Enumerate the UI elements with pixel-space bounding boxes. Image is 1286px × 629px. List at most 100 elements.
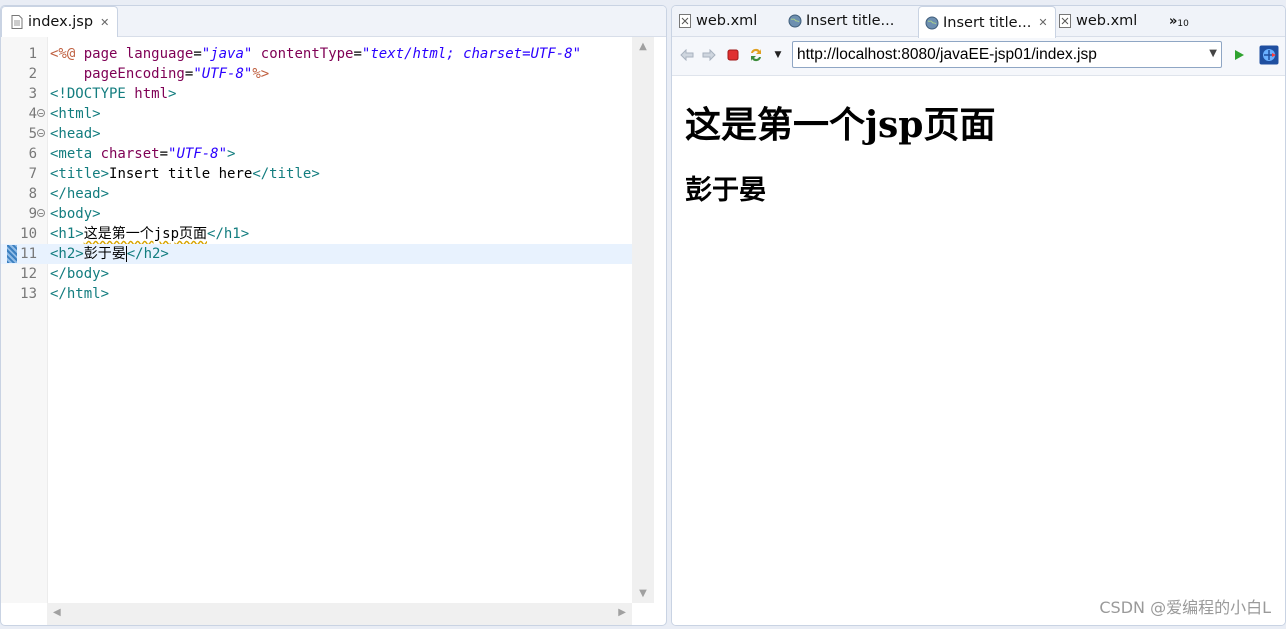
tab-label: Insert title... [806,13,895,29]
line-number: 6 [28,146,37,162]
vertical-scrollbar[interactable]: ▲ ▼ [632,37,654,603]
code-line[interactable]: 13 </html> [1,284,632,304]
code-token: html [134,86,169,102]
code-token: page [83,46,126,62]
stop-icon[interactable] [725,47,741,63]
tab-index-jsp[interactable]: index.jsp ✕ [1,6,118,37]
tab-web-xml-2[interactable]: web.xml [1058,6,1137,36]
code-line[interactable]: 1 <%@ page language="java" contentType="t… [1,44,632,64]
code-text: <!DOCTYPE html> [50,84,176,104]
code-token: > [227,146,236,162]
back-arrow-icon[interactable] [679,47,695,63]
code-line[interactable]: 6 <meta charset="UTF-8"> [1,144,632,164]
tab-label: Insert title... [943,14,1032,31]
code-text: </html> [50,284,109,304]
code-text: <html> [50,104,101,124]
url-text: http://localhost:8080/javaEE-jsp01/index… [797,46,1097,63]
code-line[interactable]: 2 pageEncoding="UTF-8"%> [1,64,632,84]
scroll-up-icon[interactable]: ▲ [632,41,654,52]
tab-overflow[interactable]: » 10 [1169,6,1189,36]
code-token: </h1> [207,226,250,242]
line-number: 5 [28,126,37,142]
code-line[interactable]: 4− <html> [1,104,632,124]
code-token: = [353,46,362,62]
web-page-content: 这是第一个jsp页面 彭于晏 CSDN @爱编程的小白L [672,76,1285,625]
code-line[interactable]: 12 </body> [1,264,632,284]
code-token: "text/html; charset=UTF-8" [361,46,582,62]
current-line-marker [7,245,17,263]
code-token: </h2> [126,246,169,262]
line-number: 1 [28,46,37,62]
code-text: <h2>彭于晏</h2> [50,244,169,264]
horizontal-scrollbar[interactable]: ◀ ▶ [47,603,632,625]
scroll-right-icon[interactable]: ▶ [618,607,626,618]
code-token: </head> [50,186,110,202]
line-number: 7 [28,166,37,182]
line-number: 9 [28,206,37,222]
code-token: </title> [252,166,320,182]
code-text: <head> [50,124,101,144]
code-token: = [193,46,202,62]
code-token: <meta [50,146,101,162]
code-token: <!DOCTYPE [50,86,135,102]
tab-label: web.xml [1076,13,1138,29]
go-icon[interactable] [1231,47,1247,63]
code-line[interactable]: 10 <h1>这是第一个jsp页面</h1> [1,224,632,244]
browser-pane: web.xml Insert title... Insert title... … [671,5,1286,626]
line-number: 8 [28,186,37,202]
code-token: <h2> [50,246,84,262]
refresh-icon[interactable] [748,47,764,63]
code-line[interactable]: 9− <body> [1,204,632,224]
jsp-file-icon [10,15,24,29]
tab-web-xml-1[interactable]: web.xml [678,6,757,36]
open-external-browser-icon[interactable] [1259,45,1279,65]
scroll-down-icon[interactable]: ▼ [632,588,654,599]
code-text: <%@ page language="java" contentType="te… [50,44,581,64]
code-line[interactable]: 7 <title>Insert title here</title> [1,164,632,184]
tab-insert-title-active[interactable]: Insert title... ✕ [918,6,1056,38]
code-token: <%@ [50,46,84,62]
code-token: Insert title here [109,166,253,182]
code-token: <h1> [50,226,84,242]
tab-label: index.jsp [28,14,94,30]
scroll-left-icon[interactable]: ◀ [53,607,61,618]
code-token: <title> [50,166,110,182]
code-token: </body> [50,266,110,282]
close-icon[interactable]: ✕ [100,16,109,29]
editor-tabbar: index.jsp ✕ [1,6,666,37]
code-text: <body> [50,204,101,224]
xml-file-icon [1058,14,1072,28]
tab-insert-title-1[interactable]: Insert title... [788,6,894,36]
line-number: 13 [20,286,37,302]
code-token: <head> [50,126,101,142]
code-token: = [159,146,169,162]
code-line[interactable]: 8 </head> [1,184,632,204]
fold-toggle-icon[interactable]: − [37,209,45,218]
code-token: <html> [50,106,101,122]
code-line[interactable]: 3 <!DOCTYPE html> [1,84,632,104]
code-token: contentType [260,46,354,62]
code-token: %> [252,66,270,82]
code-text: </body> [50,264,109,284]
forward-arrow-icon[interactable] [701,47,717,63]
code-line[interactable]: 11 <h2>彭于晏</h2> [1,244,632,264]
code-token: "UTF-8" [168,146,228,162]
code-editor[interactable]: 1 <%@ page language="java" contentType="t… [1,37,632,603]
url-field[interactable]: http://localhost:8080/javaEE-jsp01/index… [792,41,1222,68]
code-token: 彭于晏 [83,246,126,262]
editor-pane: index.jsp ✕ 1 <%@ page language="java" co… [0,5,667,626]
code-token: language [125,46,194,62]
code-text: <h1>这是第一个jsp页面</h1> [50,224,249,244]
fold-toggle-icon[interactable]: − [37,129,45,138]
close-icon[interactable]: ✕ [1038,16,1047,29]
fold-toggle-icon[interactable]: − [37,109,45,118]
code-text: </head> [50,184,109,204]
code-text: pageEncoding="UTF-8"%> [50,64,269,84]
chevron-down-icon[interactable]: ▼ [1209,48,1217,59]
line-number: 12 [20,266,37,282]
code-line[interactable]: 5− <head> [1,124,632,144]
tab-label: web.xml [696,13,758,29]
chevron-down-icon[interactable]: ▼ [770,47,786,63]
code-text: <meta charset="UTF-8"> [50,144,235,164]
